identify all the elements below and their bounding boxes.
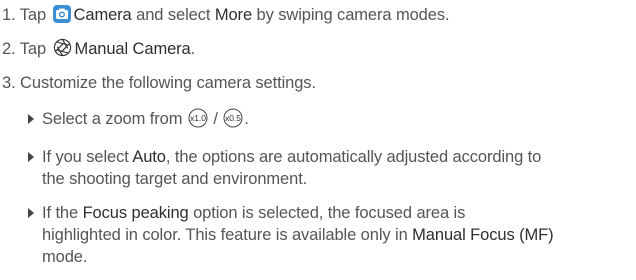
bullet-zoom: Select a zoom from x1.0 / x0.5 . — [28, 108, 249, 130]
bullet-triangle-icon — [28, 152, 34, 162]
step-3: 3. Customize the following camera settin… — [2, 72, 316, 94]
manual-camera-instructions: 1. Tap Camera and select More by swiping… — [0, 0, 636, 280]
focus-peaking-term: Focus peaking — [82, 204, 189, 222]
manual-focus-term: Manual Focus (MF) — [412, 226, 554, 244]
auto-term: Auto — [132, 148, 166, 166]
step-text: by swiping camera modes. — [256, 6, 450, 24]
bullet-text: . — [244, 110, 249, 128]
bullet-triangle-icon — [28, 114, 34, 124]
bullet-text: option is selected, the focused area is — [193, 204, 466, 222]
bullet-text: If the — [42, 204, 79, 222]
bullet-text: If you select — [42, 148, 129, 166]
camera-app-icon — [52, 5, 71, 23]
bullet-auto: If you select Auto, the options are auto… — [28, 146, 541, 168]
more-mode-label: More — [214, 6, 253, 24]
step-number: 2. — [2, 40, 16, 58]
step-text: Customize the following camera settings. — [20, 74, 316, 92]
bullet-text: the shooting target and environment. — [42, 170, 308, 188]
svg-text:x0.5: x0.5 — [225, 113, 241, 123]
step-number: 3. — [2, 74, 16, 92]
step-text: . — [190, 40, 196, 58]
bullet-text: mode. — [42, 248, 88, 266]
bullet-text: Select a zoom from — [42, 110, 183, 128]
step-2: 2. Tap Manual Camera. — [2, 38, 195, 60]
step-1: 1. Tap Camera and select More by swiping… — [2, 4, 450, 26]
zoom-x0.5-icon: x0.5 — [222, 108, 244, 128]
bullet-text: highlighted in color. This feature is av… — [42, 226, 408, 244]
step-number: 1. — [2, 6, 16, 24]
step-text: Tap — [19, 40, 47, 58]
step-text: Tap — [19, 6, 47, 24]
bullet-focus-cont: highlighted in color. This feature is av… — [42, 224, 554, 246]
bullet-auto-cont: the shooting target and environment. — [42, 168, 307, 190]
svg-text:x1.0: x1.0 — [190, 113, 206, 123]
separator-slash: / — [213, 110, 218, 128]
bullet-text: , the options are automatically adjusted… — [165, 148, 542, 166]
manual-camera-label: Manual Camera — [74, 40, 191, 58]
bullet-focus: If the Focus peaking option is selected,… — [28, 202, 465, 224]
bullet-focus-cont2: mode. — [42, 246, 87, 268]
bullet-triangle-icon — [28, 208, 34, 218]
camera-app-name: Camera — [73, 6, 132, 24]
aperture-icon — [53, 38, 72, 57]
zoom-x1-icon: x1.0 — [187, 108, 209, 128]
step-text: and select — [136, 6, 211, 24]
